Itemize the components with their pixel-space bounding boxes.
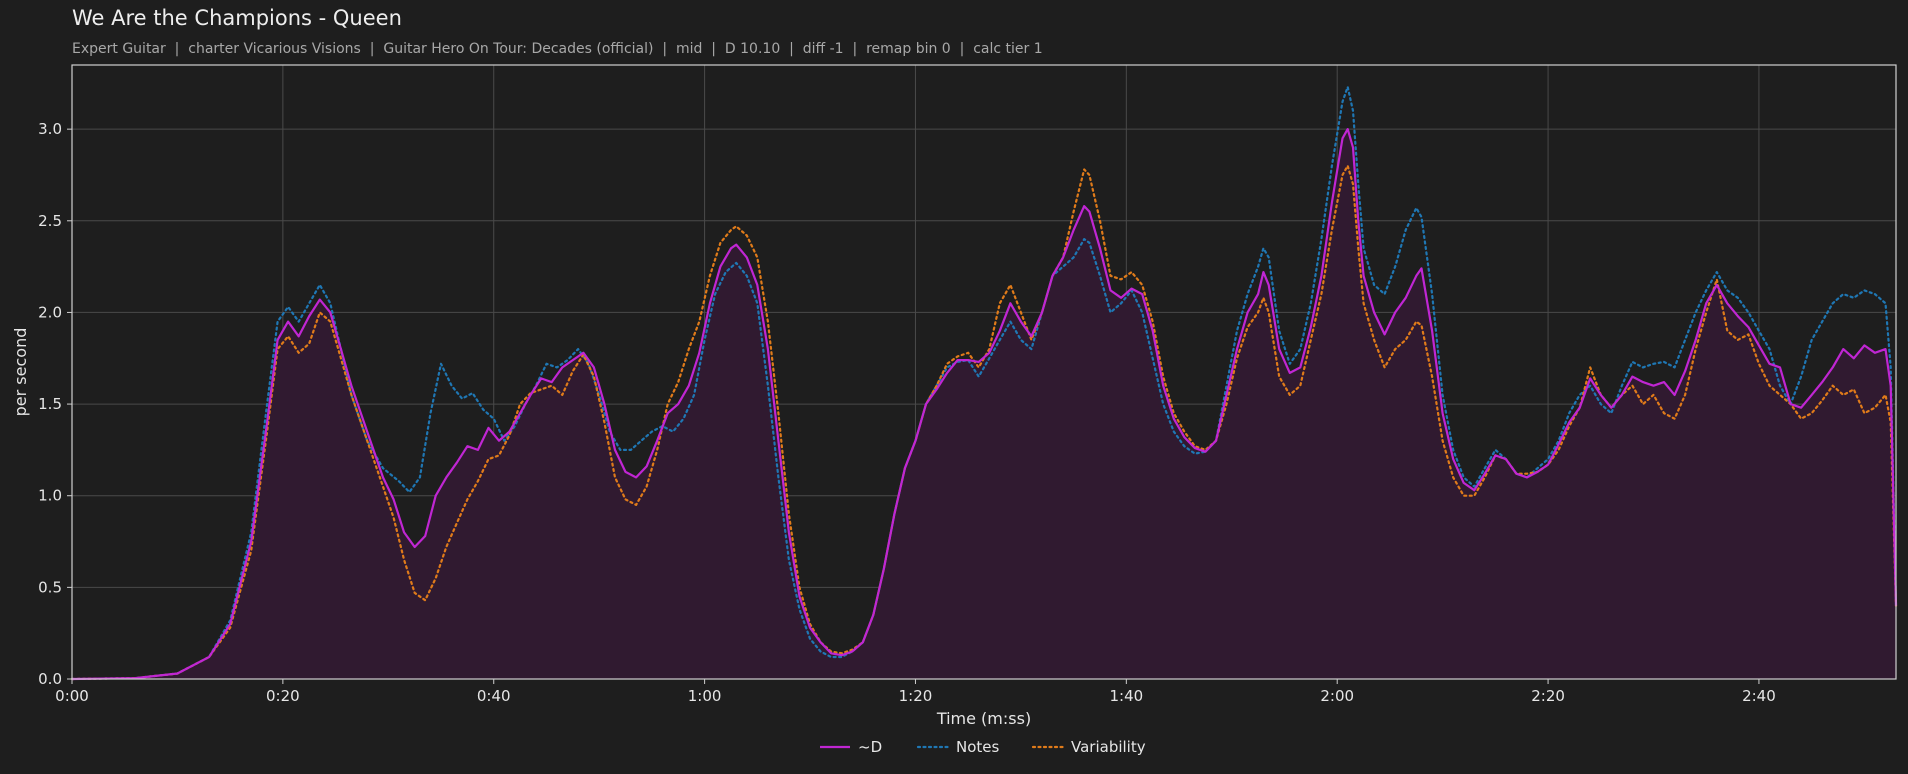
x-tick-label: 0:40 (477, 687, 511, 705)
chart-page: We Are the Champions - Queen Expert Guit… (0, 0, 1908, 774)
y-tick-label: 2.5 (38, 212, 62, 230)
legend-label: ~D (858, 738, 882, 756)
y-tick-label: 0.5 (38, 578, 62, 596)
line-chart: 0:00 0:20 0:40 1:00 1:20 1:40 2:00 2:20 2:40 0.0 0… (11, 64, 1898, 756)
y-axis-label: per second (11, 328, 30, 417)
y-tick-label: 3.0 (38, 120, 62, 138)
x-tick-label: 2:20 (1531, 687, 1565, 705)
x-tick-label: 1:20 (899, 687, 933, 705)
y-tick-label: 1.0 (38, 487, 62, 505)
x-tick-label: 2:40 (1742, 687, 1776, 705)
x-tick-label: 0:20 (266, 687, 300, 705)
y-tick-label: 2.0 (38, 303, 62, 321)
legend-label: Variability (1071, 738, 1146, 756)
y-tick-label: 0.0 (38, 670, 62, 688)
x-tick-label: 0:00 (55, 687, 89, 705)
x-tick-label: 1:00 (688, 687, 722, 705)
legend: ~D Notes Variability (820, 738, 1146, 756)
y-tick-label: 1.5 (38, 395, 62, 413)
x-tick-label: 2:00 (1320, 687, 1354, 705)
x-tick-label: 1:40 (1109, 687, 1143, 705)
x-axis-label: Time (m:ss) (936, 709, 1031, 728)
legend-label: Notes (956, 738, 1000, 756)
